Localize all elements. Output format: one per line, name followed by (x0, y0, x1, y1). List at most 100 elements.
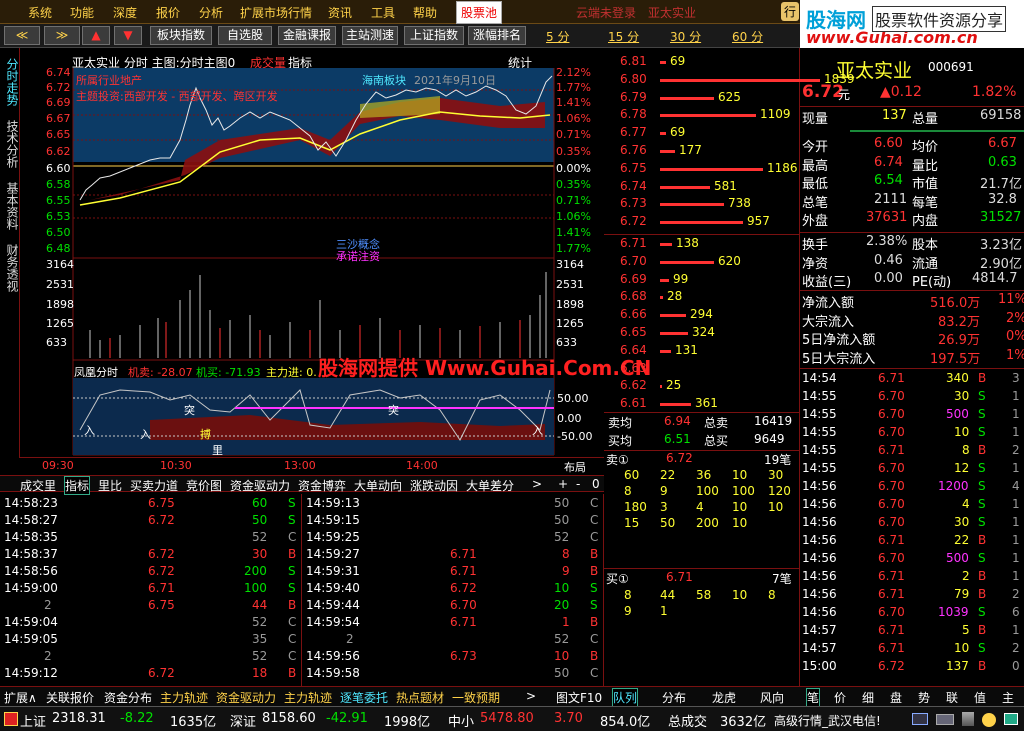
bid-price: 6.65 (620, 325, 647, 339)
flow-value: 516.0万 (930, 296, 981, 311)
tabs-scroll-right[interactable]: > (532, 477, 542, 491)
rt-tab-value[interactable]: 值 (974, 689, 986, 706)
tick-volume: 4 (962, 497, 970, 511)
watermark-center: 股海网提供 Www.Guhai.Com.CN (318, 356, 652, 380)
buy1-label: 买① (606, 572, 629, 586)
tick-count: 1 (1012, 497, 1020, 511)
bt-trend[interactable]: 风向 (760, 689, 784, 706)
ask-price: 6.76 (620, 143, 647, 157)
zoom-out-button[interactable]: - (576, 477, 580, 491)
tick-price: 6.71 (450, 564, 477, 578)
face-icon[interactable] (982, 713, 996, 727)
server-status[interactable]: 高级行情_武汉电信! (774, 712, 881, 729)
rt-tab-price[interactable]: 价 (834, 689, 846, 706)
tab-auction[interactable]: 竞价图 (186, 477, 222, 494)
tab-trades[interactable]: 成交里 (20, 477, 56, 494)
ask-volume-bar (660, 78, 820, 82)
tab-fund-drive[interactable]: 资金驱动力 (230, 477, 290, 494)
tick-price: 6.70 (878, 605, 905, 619)
tick-time: 14:57 (802, 641, 837, 655)
screen-icon[interactable] (912, 713, 928, 725)
tick-volume: 50 (554, 496, 570, 510)
menu-hang-button[interactable]: 行 (781, 2, 800, 21)
sell1-queue-item: 100 (696, 484, 719, 498)
concept-label: 主题投资:西部开发 - 西部开发、跨区开发 (76, 90, 278, 103)
sh-index-label[interactable]: 上证 (20, 711, 46, 730)
tick-volume: 100 (244, 581, 267, 595)
period-60min[interactable]: 60 分 (732, 28, 763, 45)
tick-side: B (288, 547, 297, 561)
bt-f10[interactable]: 图文F10 (556, 689, 602, 706)
mail-icon[interactable] (936, 714, 954, 725)
bt-fund-dist[interactable]: 资金分布 (104, 689, 152, 706)
period-15min[interactable]: 15 分 (608, 28, 639, 45)
rt-tab-trades[interactable]: 笔 (806, 688, 821, 707)
ask-price: 6.78 (620, 107, 647, 122)
bt-distribution[interactable]: 分布 (662, 689, 686, 706)
flag-icon[interactable] (1004, 713, 1018, 725)
tick-price: 6.72 (148, 547, 175, 561)
rt-tab-trend[interactable]: 势 (918, 689, 930, 706)
layout-button[interactable]: 布局 (564, 459, 586, 475)
bt-expand[interactable]: 扩展∧ (4, 689, 37, 706)
tick-price: 6.70 (878, 389, 905, 403)
bt-order-entrust[interactable]: 逐笔委托 (340, 689, 388, 706)
tick-volume: 52 (252, 649, 268, 663)
bt-scroll[interactable]: > (526, 689, 536, 703)
indicator-name[interactable]: 凤凰分时 (74, 364, 118, 380)
bid-volume-bar (660, 385, 662, 389)
tick-volume: 10 (554, 649, 570, 663)
quote-value-2: 32.8 (988, 191, 1017, 207)
zoom-in-button[interactable]: + (558, 477, 568, 491)
zx-index-label[interactable]: 中小 (448, 711, 474, 730)
tick-side: S (978, 407, 986, 421)
ask-price: 6.72 (620, 214, 647, 229)
ask-volume-bar (660, 221, 743, 225)
tick-price: 6.70 (878, 407, 905, 421)
tick-count: 0 (1012, 659, 1020, 673)
bt-dragon-tiger[interactable]: 龙虎 (712, 689, 736, 706)
bt-main-track-2[interactable]: 主力轨迹 (284, 689, 332, 706)
market-status-icon (4, 712, 18, 726)
buy1-queue-item: 58 (696, 588, 712, 602)
total-buy-value: 9649 (754, 432, 785, 446)
bid-price: 6.63 (620, 360, 647, 375)
bt-queue[interactable]: 队列 (612, 688, 639, 707)
tab-volume-ratio[interactable]: 里比 (98, 477, 122, 494)
sector-tag: 海南板块 (362, 74, 406, 87)
tick-volume: 1039 (938, 605, 969, 619)
period-30min[interactable]: 30 分 (670, 28, 701, 45)
tick-price: 6.71 (878, 569, 905, 583)
ask-volume: 177 (679, 143, 702, 157)
rt-tab-disk[interactable]: 盘 (890, 689, 902, 706)
bt-main-track[interactable]: 主力轨迹 (160, 689, 208, 706)
tick-price: 6.71 (878, 587, 905, 601)
rt-tab-main[interactable]: 主 (1002, 689, 1014, 706)
bid-volume-bar (660, 260, 714, 264)
tab-buy-sell-force[interactable]: 买卖力道 (130, 477, 178, 494)
bid-price: 6.64 (620, 342, 647, 357)
quote-label-2: 内盘 (912, 214, 939, 229)
ask-volume-bar (660, 185, 710, 189)
bottom-tab-bar: 扩展∧ 关联报价 资金分布 主力轨迹 资金驱动力 主力轨迹 逐笔委托 热点题材 … (0, 686, 1024, 707)
zoom-reset-button[interactable]: 0 (592, 477, 600, 491)
buy1-queue-item: 9 (624, 604, 632, 618)
tick-time: 14:59:27 (306, 547, 360, 561)
bt-consensus[interactable]: 一致预期 (452, 689, 500, 706)
rt-tab-detail[interactable]: 细 (862, 689, 874, 706)
buy1-queue-item: 8 (624, 588, 632, 602)
tick-volume: 79 (954, 587, 970, 601)
bid-price: 6.68 (620, 289, 647, 304)
tab-big-diff[interactable]: 大单差分 (466, 477, 514, 494)
tick-side: B (978, 587, 987, 601)
sz-index-label[interactable]: 深证 (230, 711, 256, 730)
tab-rise-fall[interactable]: 涨跌动因 (410, 477, 458, 494)
bt-related-quote[interactable]: 关联报价 (46, 689, 94, 706)
bt-fund-drive[interactable]: 资金驱动力 (216, 689, 276, 706)
tab-indicator[interactable]: 指标 (64, 476, 91, 495)
tab-fund-game[interactable]: 资金博弈 (298, 477, 346, 494)
tab-big-order[interactable]: 大单动向 (354, 477, 402, 494)
rt-tab-related[interactable]: 联 (946, 689, 958, 706)
tick-price: 6.73 (450, 649, 477, 663)
bt-hot-topics[interactable]: 热点题材 (396, 689, 444, 706)
